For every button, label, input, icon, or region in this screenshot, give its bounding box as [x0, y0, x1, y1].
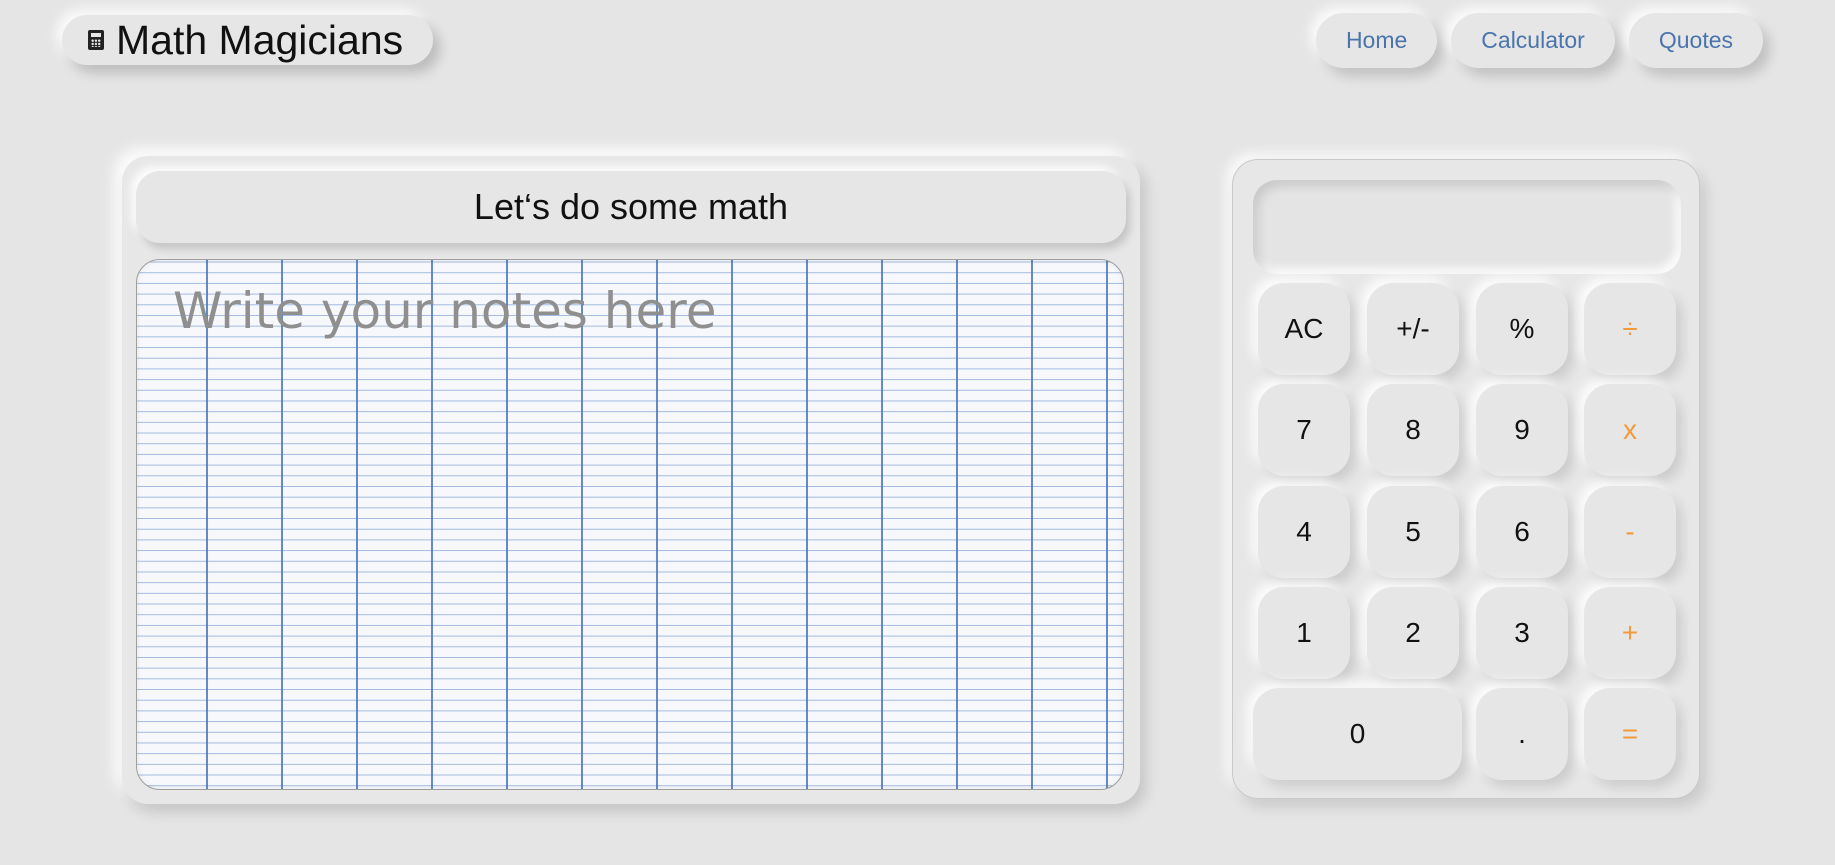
- notes-textarea[interactable]: [137, 260, 1123, 789]
- app-title: Math Magicians: [116, 16, 404, 63]
- main-nav: Home Calculator Quotes: [1315, 13, 1763, 68]
- key-8[interactable]: 8: [1367, 384, 1459, 476]
- calculator: AC +/- % ÷ 7 8 9 x 4 5 6 - 1 2 3 + 0 . =: [1232, 159, 1700, 799]
- key-0[interactable]: 0: [1253, 688, 1462, 780]
- key-percent[interactable]: %: [1476, 283, 1568, 375]
- nav-calculator-link[interactable]: Calculator: [1451, 13, 1615, 68]
- key-5[interactable]: 5: [1367, 486, 1459, 578]
- key-plus[interactable]: +: [1584, 587, 1676, 679]
- key-divide[interactable]: ÷: [1584, 283, 1676, 375]
- key-2[interactable]: 2: [1367, 587, 1459, 679]
- key-equals[interactable]: =: [1584, 688, 1676, 780]
- notes-panel: Let‘s do some math: [122, 156, 1140, 804]
- key-4[interactable]: 4: [1258, 486, 1350, 578]
- calculator-display: [1253, 180, 1681, 274]
- key-multiply[interactable]: x: [1584, 384, 1676, 476]
- key-ac[interactable]: AC: [1258, 283, 1350, 375]
- key-decimal[interactable]: .: [1476, 688, 1568, 780]
- nav-home-link[interactable]: Home: [1315, 13, 1438, 68]
- notes-grid-paper: [136, 259, 1124, 790]
- nav-quotes-link[interactable]: Quotes: [1628, 13, 1763, 68]
- key-minus[interactable]: -: [1584, 486, 1676, 578]
- app-brand: Math Magicians: [62, 15, 434, 65]
- key-9[interactable]: 9: [1476, 384, 1568, 476]
- key-plus-minus[interactable]: +/-: [1367, 283, 1459, 375]
- calculator-icon: [88, 30, 104, 50]
- notes-heading: Let‘s do some math: [136, 171, 1126, 243]
- key-6[interactable]: 6: [1476, 486, 1568, 578]
- key-3[interactable]: 3: [1476, 587, 1568, 679]
- key-1[interactable]: 1: [1258, 587, 1350, 679]
- key-7[interactable]: 7: [1258, 384, 1350, 476]
